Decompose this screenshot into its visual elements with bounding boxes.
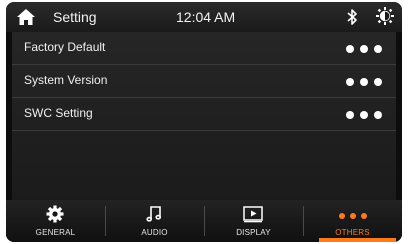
home-icon[interactable] <box>16 8 36 26</box>
bluetooth-icon <box>347 9 357 25</box>
tab-general[interactable]: GENERAL <box>6 200 105 242</box>
bottom-nav: GENERAL AUDIO DISPLAY OTHERS <box>6 200 402 242</box>
list-item-swc-setting[interactable]: SWC Setting <box>12 98 396 131</box>
list-item-label: SWC Setting <box>24 106 93 120</box>
tab-label: AUDIO <box>141 228 168 237</box>
settings-list: Factory Default System Version SWC Setti… <box>12 32 396 200</box>
active-tab-indicator <box>319 238 396 242</box>
brightness-icon[interactable] <box>376 7 394 25</box>
tab-display[interactable]: DISPLAY <box>204 200 303 242</box>
list-item-factory-default[interactable]: Factory Default <box>12 32 396 65</box>
play-screen-icon <box>243 206 263 223</box>
more-dots-icon[interactable] <box>346 111 382 119</box>
screen: Setting 12:04 AM Factory Default System … <box>6 2 402 242</box>
tab-label: GENERAL <box>35 228 76 237</box>
list-item-label: Factory Default <box>24 40 106 54</box>
tab-audio[interactable]: AUDIO <box>105 200 204 242</box>
tab-label: DISPLAY <box>236 228 271 237</box>
clock: 12:04 AM <box>176 9 236 25</box>
tab-others[interactable]: OTHERS <box>303 200 402 242</box>
device-frame: Setting 12:04 AM Factory Default System … <box>0 0 408 244</box>
list-item-label: System Version <box>24 73 108 87</box>
more-dots-icon[interactable] <box>346 78 382 86</box>
list-item-system-version[interactable]: System Version <box>12 65 396 98</box>
gear-icon <box>46 205 64 223</box>
status-bar: Setting 12:04 AM <box>6 2 402 32</box>
more-dots-icon[interactable] <box>346 45 382 53</box>
music-note-icon <box>146 206 161 222</box>
more-dots-icon <box>339 213 367 219</box>
page-title: Setting <box>53 9 97 25</box>
tab-label: OTHERS <box>335 228 370 237</box>
